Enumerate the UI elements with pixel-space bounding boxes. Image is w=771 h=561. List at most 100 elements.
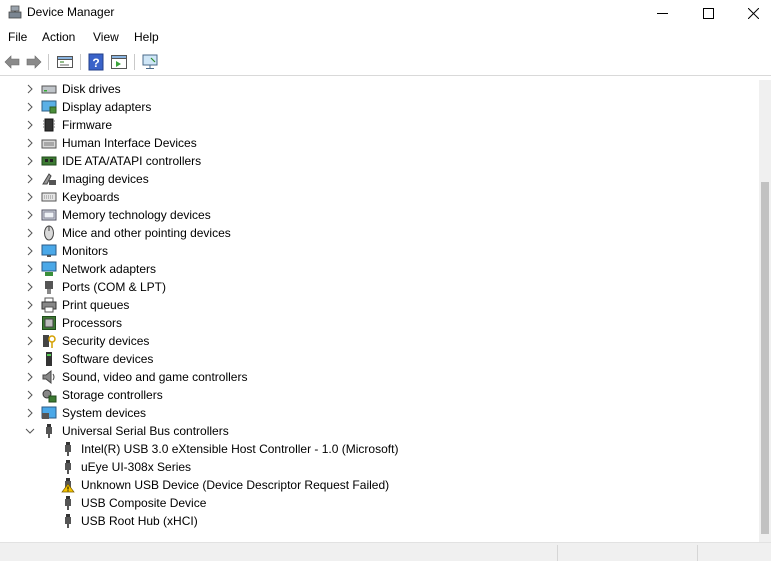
tree-item-ide-ata-atapi-controllers[interactable]: IDE ATA/ATAPI controllers (0, 152, 759, 170)
monitor-icon (41, 244, 57, 257)
menu-file[interactable]: File (8, 30, 27, 44)
status-bar (0, 542, 771, 561)
tree-item-label: IDE ATA/ATAPI controllers (62, 154, 202, 168)
printer-icon (41, 297, 57, 313)
tree-item-display-adapters[interactable]: Display adapters (0, 98, 759, 116)
chevron-right-icon[interactable] (25, 318, 35, 328)
tree-item-usb-device-warning[interactable]: Unknown USB Device (Device Descriptor Re… (0, 476, 759, 494)
tree-item-firmware[interactable]: Firmware (0, 116, 759, 134)
help-icon[interactable]: ? (87, 53, 105, 71)
tree-item-keyboards[interactable]: Keyboards (0, 188, 759, 206)
back-icon[interactable] (3, 53, 21, 71)
tree-item-label: Security devices (62, 334, 150, 348)
tree-item-system-devices[interactable]: System devices (0, 404, 759, 422)
mouse-icon (44, 225, 54, 241)
title-bar[interactable]: Device Manager (0, 0, 771, 26)
tree-item-label: Monitors (62, 244, 109, 258)
vertical-scrollbar[interactable] (759, 80, 771, 542)
view-icon[interactable] (110, 53, 128, 71)
tree-item-label: Memory technology devices (62, 208, 211, 222)
disk-drive-icon (41, 85, 57, 94)
usb-icon (65, 442, 71, 456)
chevron-right-icon[interactable] (25, 282, 35, 292)
toolbar-separator (80, 54, 81, 70)
tree-item-print-queues[interactable]: Print queues (0, 296, 759, 314)
tree-item-label: Universal Serial Bus controllers (62, 424, 229, 438)
maximize-button[interactable] (685, 0, 731, 26)
status-separator (557, 545, 558, 561)
chevron-right-icon[interactable] (25, 408, 35, 418)
tree-item-usb-device[interactable]: Intel(R) USB 3.0 eXtensible Host Control… (0, 440, 759, 458)
tree-item-software-devices[interactable]: Software devices (0, 350, 759, 368)
tree-item-storage-controllers[interactable]: Storage controllers (0, 386, 759, 404)
tree-item-usb-controllers[interactable]: Universal Serial Bus controllers (0, 422, 759, 440)
tree-item-monitors[interactable]: Monitors (0, 242, 759, 260)
tree-item-label: USB Root Hub (xHCI) (81, 514, 198, 528)
toolbar-separator (134, 54, 135, 70)
tree-item-usb-device[interactable]: USB Composite Device (0, 494, 759, 512)
menu-view[interactable]: View (93, 30, 119, 44)
usb-icon (65, 496, 71, 510)
tree-item-mice[interactable]: Mice and other pointing devices (0, 224, 759, 242)
tree-item-label: Display adapters (62, 100, 152, 114)
chevron-right-icon[interactable] (25, 192, 35, 202)
forward-icon[interactable] (25, 53, 43, 71)
software-icon (46, 352, 52, 366)
device-manager-icon (8, 5, 22, 19)
chevron-right-icon[interactable] (25, 300, 35, 310)
chevron-right-icon[interactable] (25, 138, 35, 148)
tree-item-label: Network adapters (62, 262, 157, 276)
tree-item-label: Disk drives (62, 82, 121, 96)
chevron-right-icon[interactable] (25, 354, 35, 364)
monitor-icon[interactable] (141, 53, 159, 71)
chevron-right-icon[interactable] (25, 120, 35, 130)
network-icon (41, 261, 57, 276)
menu-bar: File Action View Help (0, 27, 771, 48)
chevron-right-icon[interactable] (25, 264, 35, 274)
tree-item-network-adapters[interactable]: Network adapters (0, 260, 759, 278)
scrollbar-thumb[interactable] (761, 182, 769, 534)
tree-item-imaging-devices[interactable]: Imaging devices (0, 170, 759, 188)
tree-item-label: Intel(R) USB 3.0 eXtensible Host Control… (81, 442, 399, 456)
menu-help[interactable]: Help (134, 30, 159, 44)
tree-item-label: Ports (COM & LPT) (62, 280, 167, 294)
tree-item-label: uEye UI-308x Series (81, 460, 192, 474)
tree-item-human-interface-devices[interactable]: Human Interface Devices (0, 134, 759, 152)
chevron-right-icon[interactable] (25, 246, 35, 256)
status-separator (697, 545, 698, 561)
chevron-right-icon[interactable] (25, 336, 35, 346)
window-title: Device Manager (27, 5, 115, 19)
close-button[interactable] (730, 0, 771, 26)
tree-item-sound-video-game-controllers[interactable]: Sound, video and game controllers (0, 368, 759, 386)
toolbar: ? (0, 49, 771, 76)
chevron-right-icon[interactable] (25, 228, 35, 238)
chevron-right-icon[interactable] (25, 390, 35, 400)
memory-icon (41, 209, 57, 221)
chevron-right-icon[interactable] (25, 84, 35, 94)
tree-item-security-devices[interactable]: Security devices (0, 332, 759, 350)
tree-item-label: USB Composite Device (81, 496, 207, 510)
tree-item-label: Human Interface Devices (62, 136, 197, 150)
tree-item-label: Storage controllers (62, 388, 163, 402)
tree-item-memory-technology-devices[interactable]: Memory technology devices (0, 206, 759, 224)
chevron-right-icon[interactable] (25, 102, 35, 112)
chevron-right-icon[interactable] (25, 174, 35, 184)
minimize-button[interactable] (639, 0, 685, 26)
menu-action[interactable]: Action (42, 30, 75, 44)
tree-item-usb-device[interactable]: USB Root Hub (xHCI) (0, 512, 759, 530)
properties-icon[interactable] (56, 53, 74, 71)
tree-item-usb-device[interactable]: uEye UI-308x Series (0, 458, 759, 476)
storage-icon (42, 389, 57, 403)
chevron-right-icon[interactable] (25, 210, 35, 220)
chevron-right-icon[interactable] (25, 156, 35, 166)
tree-item-processors[interactable]: Processors (0, 314, 759, 332)
tree-item-disk-drives[interactable]: Disk drives (0, 80, 759, 98)
chevron-right-icon[interactable] (25, 372, 35, 382)
usb-icon (65, 514, 71, 528)
tree-item-label: Software devices (62, 352, 154, 366)
tree-item-ports[interactable]: Ports (COM & LPT) (0, 278, 759, 296)
chevron-down-icon[interactable] (25, 426, 35, 436)
device-tree[interactable]: Disk drives Display adapters Firmware Hu… (0, 80, 759, 542)
speaker-icon (42, 369, 55, 385)
maximize-icon (702, 7, 714, 19)
